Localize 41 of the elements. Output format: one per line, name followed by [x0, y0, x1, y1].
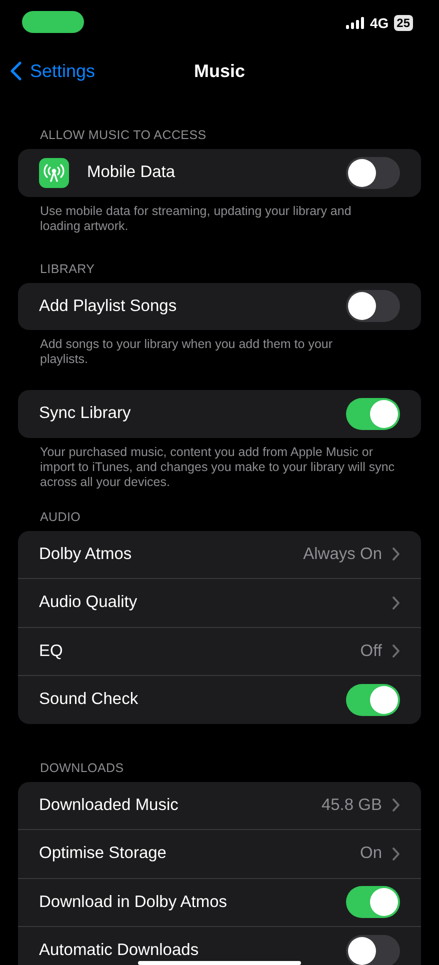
row-label: EQ [39, 642, 64, 661]
chevron-right-icon[interactable] [392, 798, 400, 812]
section-header: ALLOW MUSIC TO ACCESS [39, 128, 208, 142]
antenna-icon [39, 158, 69, 188]
section-footer: Add songs to your library when you add them to your playlists. [0, 330, 439, 367]
row-label: Download in Dolby Atmos [39, 892, 228, 912]
toggle-switch[interactable] [346, 886, 400, 918]
chevron-right-icon[interactable] [392, 547, 400, 562]
row-label: Dolby Atmos [39, 544, 133, 564]
row-value: Off [360, 642, 382, 661]
toggle-switch[interactable] [346, 934, 400, 965]
section-header: AUDIO [39, 510, 82, 524]
section-footer: Your purchased music, content you add from Apple Music or import to iTunes, and changes you make to your library will sync across all your devices. [0, 438, 439, 490]
back-button[interactable]: Settings [10, 60, 96, 82]
chevron-left-icon [10, 61, 22, 81]
row-label: Audio Quality [39, 593, 138, 612]
section-footer: Use mobile data for streaming, updating your library and loading artwork. [0, 196, 439, 234]
toggle-switch[interactable] [346, 290, 400, 322]
row-label: Add Playlist Songs [39, 296, 178, 316]
chevron-right-icon[interactable] [392, 846, 400, 861]
section-header: DOWNLOADS [39, 760, 125, 774]
section-header: LIBRARY [39, 262, 96, 276]
signal-icon [346, 17, 365, 29]
battery-icon: 25 [394, 15, 413, 31]
toggle-switch[interactable] [346, 156, 400, 189]
toggle-switch[interactable] [346, 398, 400, 430]
page-title: Music [194, 60, 245, 82]
row-value: On [360, 844, 382, 864]
row-label: Sound Check [39, 690, 140, 710]
toggle-switch[interactable] [346, 684, 400, 716]
network-label: 4G [370, 15, 389, 31]
recording-pill [22, 11, 84, 33]
row-label: Mobile Data [87, 163, 176, 182]
row-value: Always On [303, 544, 382, 564]
chevron-right-icon[interactable] [392, 644, 400, 658]
row-label: Automatic Downloads [39, 941, 200, 960]
row-label: Sync Library [39, 404, 132, 424]
chevron-right-icon[interactable] [392, 596, 400, 610]
row-value: 45.8 GB [321, 796, 382, 815]
row-label: Optimise Storage [39, 844, 168, 864]
row-label: Downloaded Music [39, 796, 180, 815]
